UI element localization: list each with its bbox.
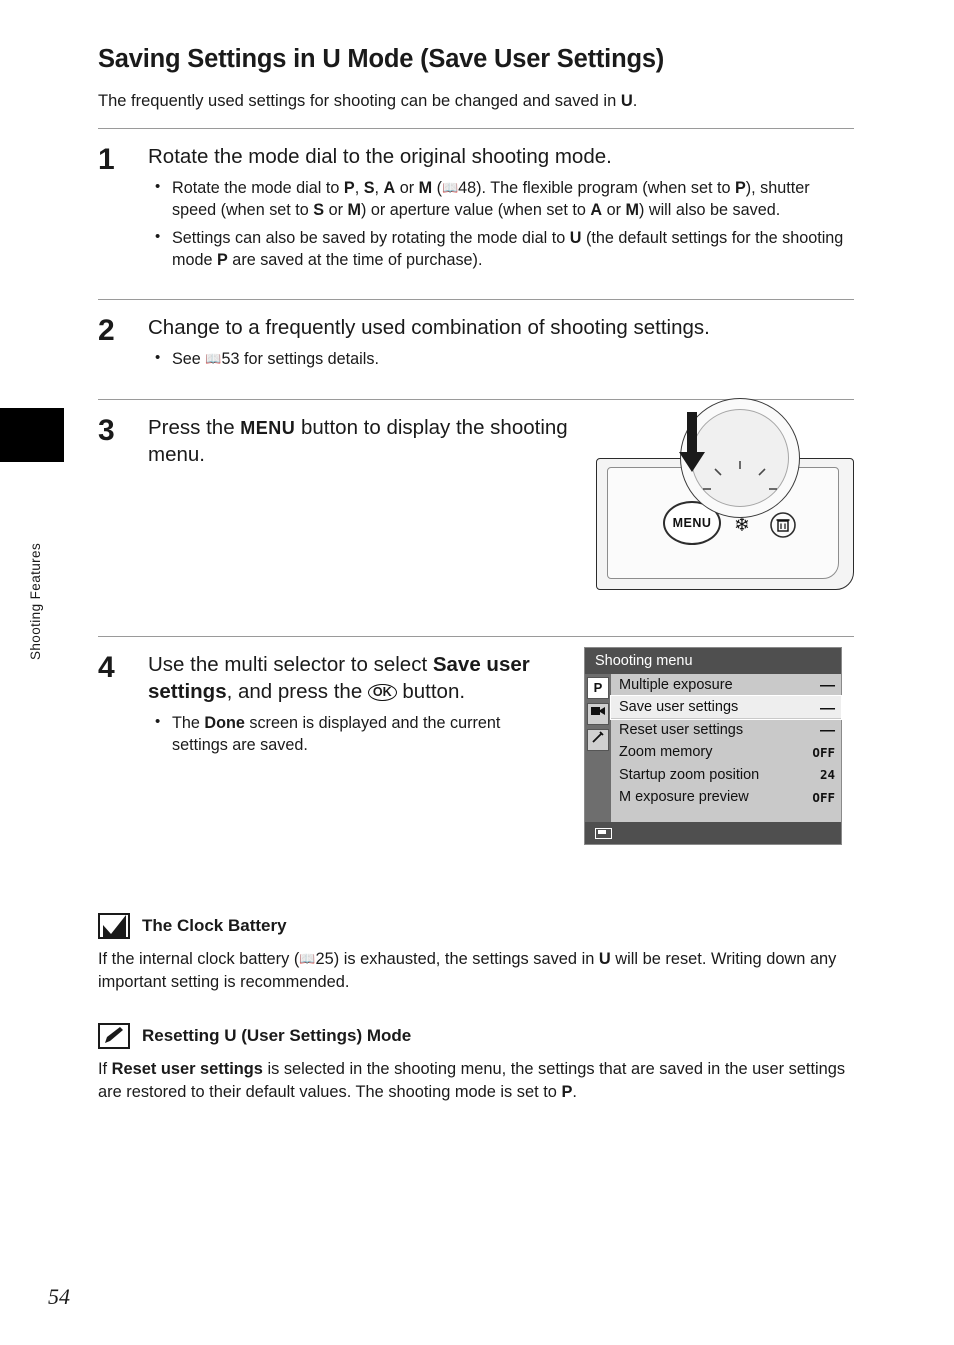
wrench-icon xyxy=(592,731,604,743)
ok-button-glyph: OK xyxy=(367,684,397,702)
step-3-heading-part1: Press the xyxy=(148,415,241,439)
menu-item-multiple-exposure[interactable]: Multiple exposure –– xyxy=(611,673,841,697)
intro-part1: The frequently used settings for shootin… xyxy=(98,91,621,110)
note-clock-battery-title: The Clock Battery xyxy=(142,915,287,935)
menu-item-startup-zoom-position[interactable]: Startup zoom position 24 xyxy=(611,763,841,787)
intro-part2: . xyxy=(632,91,638,110)
note-clock-battery-body: If the internal clock battery (📖25) is e… xyxy=(98,949,837,991)
intro-paragraph: The frequently used settings for shootin… xyxy=(98,90,854,112)
shooting-menu-tab-column: P xyxy=(585,673,611,822)
note2-body-part1: If xyxy=(98,1060,112,1079)
menu-item-value: 24 xyxy=(819,767,835,783)
page-title-part2: Mode (Save User Settings) xyxy=(340,45,665,73)
menu-item-save-user-settings[interactable]: Save user settings –– xyxy=(610,695,842,720)
step-4-body: Use the multi selector to select Save us… xyxy=(148,646,854,865)
sidebar-item-setup-tab[interactable] xyxy=(587,728,609,751)
menu-item-label: Zoom memory xyxy=(619,744,713,761)
step-1-heading: Rotate the mode dial to the original sho… xyxy=(148,145,612,169)
step-4-heading-part1: Use the multi selector to select xyxy=(148,652,433,676)
list-item: See 📖53 for settings details. xyxy=(148,348,854,371)
shooting-menu-footer xyxy=(585,821,841,844)
checkmark-note-icon xyxy=(98,912,130,939)
intro-u-glyph: U xyxy=(620,91,633,110)
note-title-u-glyph: U xyxy=(224,1026,237,1046)
menu-item-value: –– xyxy=(819,699,835,715)
step-2: 2 Change to a frequently used combinatio… xyxy=(98,300,854,383)
step-1-number: 1 xyxy=(98,143,115,177)
menu-item-value: OFF xyxy=(812,789,835,805)
chapter-side-label: Shooting Features xyxy=(28,542,43,660)
note-clock-battery-head: The Clock Battery xyxy=(98,912,854,939)
note2-body-part3: . xyxy=(572,1082,577,1101)
menu-item-value: –– xyxy=(819,677,835,693)
reference-book-icon: 📖 xyxy=(441,181,459,197)
list-item: The Done screen is displayed and the cur… xyxy=(148,712,548,756)
sidebar-item-movie-tab[interactable] xyxy=(587,702,609,725)
note-resetting-head: Resetting U (User Settings) Mode xyxy=(98,1023,854,1050)
menu-item-label: Startup zoom position xyxy=(619,766,760,783)
chapter-edge-tab xyxy=(0,408,64,462)
document-page: Shooting Features Saving Settings in U M… xyxy=(0,0,954,1345)
menu-item-label: M exposure preview xyxy=(619,789,749,806)
camera-illustration: MENU ❄ xyxy=(596,397,854,590)
step-3-body: Press the MENU button to display the sho… xyxy=(148,397,854,596)
menu-item-label: Reset user settings xyxy=(619,721,744,738)
menu-item-m-exposure-preview[interactable]: M exposure preview OFF xyxy=(611,786,841,809)
step-3: 3 Press the MENU button to display the s… xyxy=(98,397,854,608)
shooting-menu-rows: Multiple exposure –– Save user settings … xyxy=(610,673,842,822)
step-2-bullets: See 📖53 for settings details. xyxy=(148,348,854,371)
page-content: Saving Settings in U Mode (Save User Set… xyxy=(98,44,854,1104)
step-4-number: 4 xyxy=(98,650,115,684)
note-body-part1: If the internal clock battery ( xyxy=(98,949,300,968)
shooting-menu-main: P Multiple exposure –– Save user setting… xyxy=(585,673,842,822)
menu-item-label: Multiple exposure xyxy=(619,676,733,693)
menu-item-zoom-memory[interactable]: Zoom memory OFF xyxy=(611,741,841,764)
step-4-heading-part3: button. xyxy=(396,680,466,704)
note-resetting-u-mode: Resetting U (User Settings) Mode If Rese… xyxy=(98,1023,854,1103)
note-title-part1: Resetting xyxy=(142,1026,225,1046)
down-arrow-icon xyxy=(678,411,706,476)
menu-item-value: OFF xyxy=(812,744,835,760)
list-item: Settings can also be saved by rotating t… xyxy=(148,227,854,271)
note-resetting-title: Resetting U (User Settings) Mode xyxy=(142,1026,411,1046)
menu-item-value: –– xyxy=(819,722,835,738)
step-4-bullets: The Done screen is displayed and the cur… xyxy=(148,712,548,756)
page-title: Saving Settings in U Mode (Save User Set… xyxy=(98,44,854,76)
note2-body-bold: Reset user settings xyxy=(111,1060,263,1079)
step-1-body: Rotate the mode dial to the original sho… xyxy=(148,143,854,271)
step-2-body: Change to a frequently used combination … xyxy=(148,314,854,371)
reference-book-icon: 📖 xyxy=(299,951,316,967)
sidebar-item-shooting-tab[interactable]: P xyxy=(587,676,609,699)
step-3-heading: Press the MENU button to display the sho… xyxy=(148,414,568,468)
page-number: 54 xyxy=(48,1284,70,1309)
menu-item-reset-user-settings[interactable]: Reset user settings –– xyxy=(611,718,841,742)
note-body-part2: ) is exhausted, the settings saved in xyxy=(333,949,599,968)
shooting-menu-title: Shooting menu xyxy=(585,647,841,674)
step-2-heading: Change to a frequently used combination … xyxy=(148,316,710,340)
step-4-heading: Use the multi selector to select Save us… xyxy=(148,651,568,705)
step-3-number: 3 xyxy=(98,413,115,447)
page-title-u-glyph: U xyxy=(322,45,341,73)
note-u-glyph: U xyxy=(598,949,611,968)
shooting-menu-screen: Shooting menu P Multiple exposure –– Sav… xyxy=(584,646,842,845)
step-1: 1 Rotate the mode dial to the original s… xyxy=(98,129,854,283)
note-title-part2: (User Settings) Mode xyxy=(236,1026,412,1046)
reference-book-icon: 📖 xyxy=(205,352,222,368)
step-2-number: 2 xyxy=(98,314,115,348)
page-title-part1: Saving Settings in xyxy=(98,45,323,73)
step-4: 4 Use the multi selector to select Save … xyxy=(98,637,854,877)
movie-camera-icon xyxy=(591,706,605,715)
pencil-note-icon xyxy=(98,1023,130,1050)
list-item: Rotate the mode dial to P, S, A or M (📖4… xyxy=(148,177,854,221)
step-4-heading-part2: , and press the xyxy=(226,680,368,704)
note-clock-battery: The Clock Battery If the internal clock … xyxy=(98,912,854,993)
menu-button-glyph: MENU xyxy=(240,417,296,438)
note2-mode-glyph: P xyxy=(561,1082,573,1101)
menu-item-label: Save user settings xyxy=(619,699,739,716)
step-1-bullets: Rotate the mode dial to P, S, A or M (📖4… xyxy=(148,177,854,271)
battery-icon xyxy=(595,827,612,839)
note-resetting-body: If Reset user settings is selected in th… xyxy=(98,1058,854,1103)
